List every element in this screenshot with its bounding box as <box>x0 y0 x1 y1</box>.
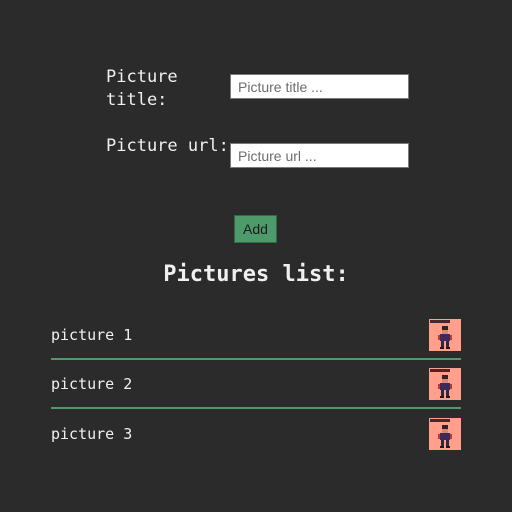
picture-name: picture 3 <box>51 424 133 443</box>
url-input[interactable] <box>230 143 409 168</box>
url-form-row: Picture url: <box>106 135 409 168</box>
page: Picture title: Picture url: Add Pictures… <box>0 0 512 512</box>
pixel-character-icon <box>429 318 461 351</box>
add-button[interactable]: Add <box>234 215 277 243</box>
list-item[interactable]: picture 2 <box>51 360 461 409</box>
title-label: Picture title: <box>106 67 178 110</box>
pixel-character-icon <box>429 367 461 400</box>
pictures-list: picture 1 picture 2 picture 3 <box>51 311 461 458</box>
pixel-character-icon <box>429 417 461 450</box>
list-item[interactable]: picture 1 <box>51 311 461 360</box>
picture-name: picture 2 <box>51 374 133 393</box>
picture-name: picture 1 <box>51 325 133 344</box>
list-item[interactable]: picture 3 <box>51 409 461 458</box>
pictures-list-heading: Pictures list: <box>163 262 349 287</box>
url-label: Picture url: <box>106 136 229 156</box>
title-input[interactable] <box>230 74 409 99</box>
title-form-row: Picture title: <box>106 66 409 112</box>
